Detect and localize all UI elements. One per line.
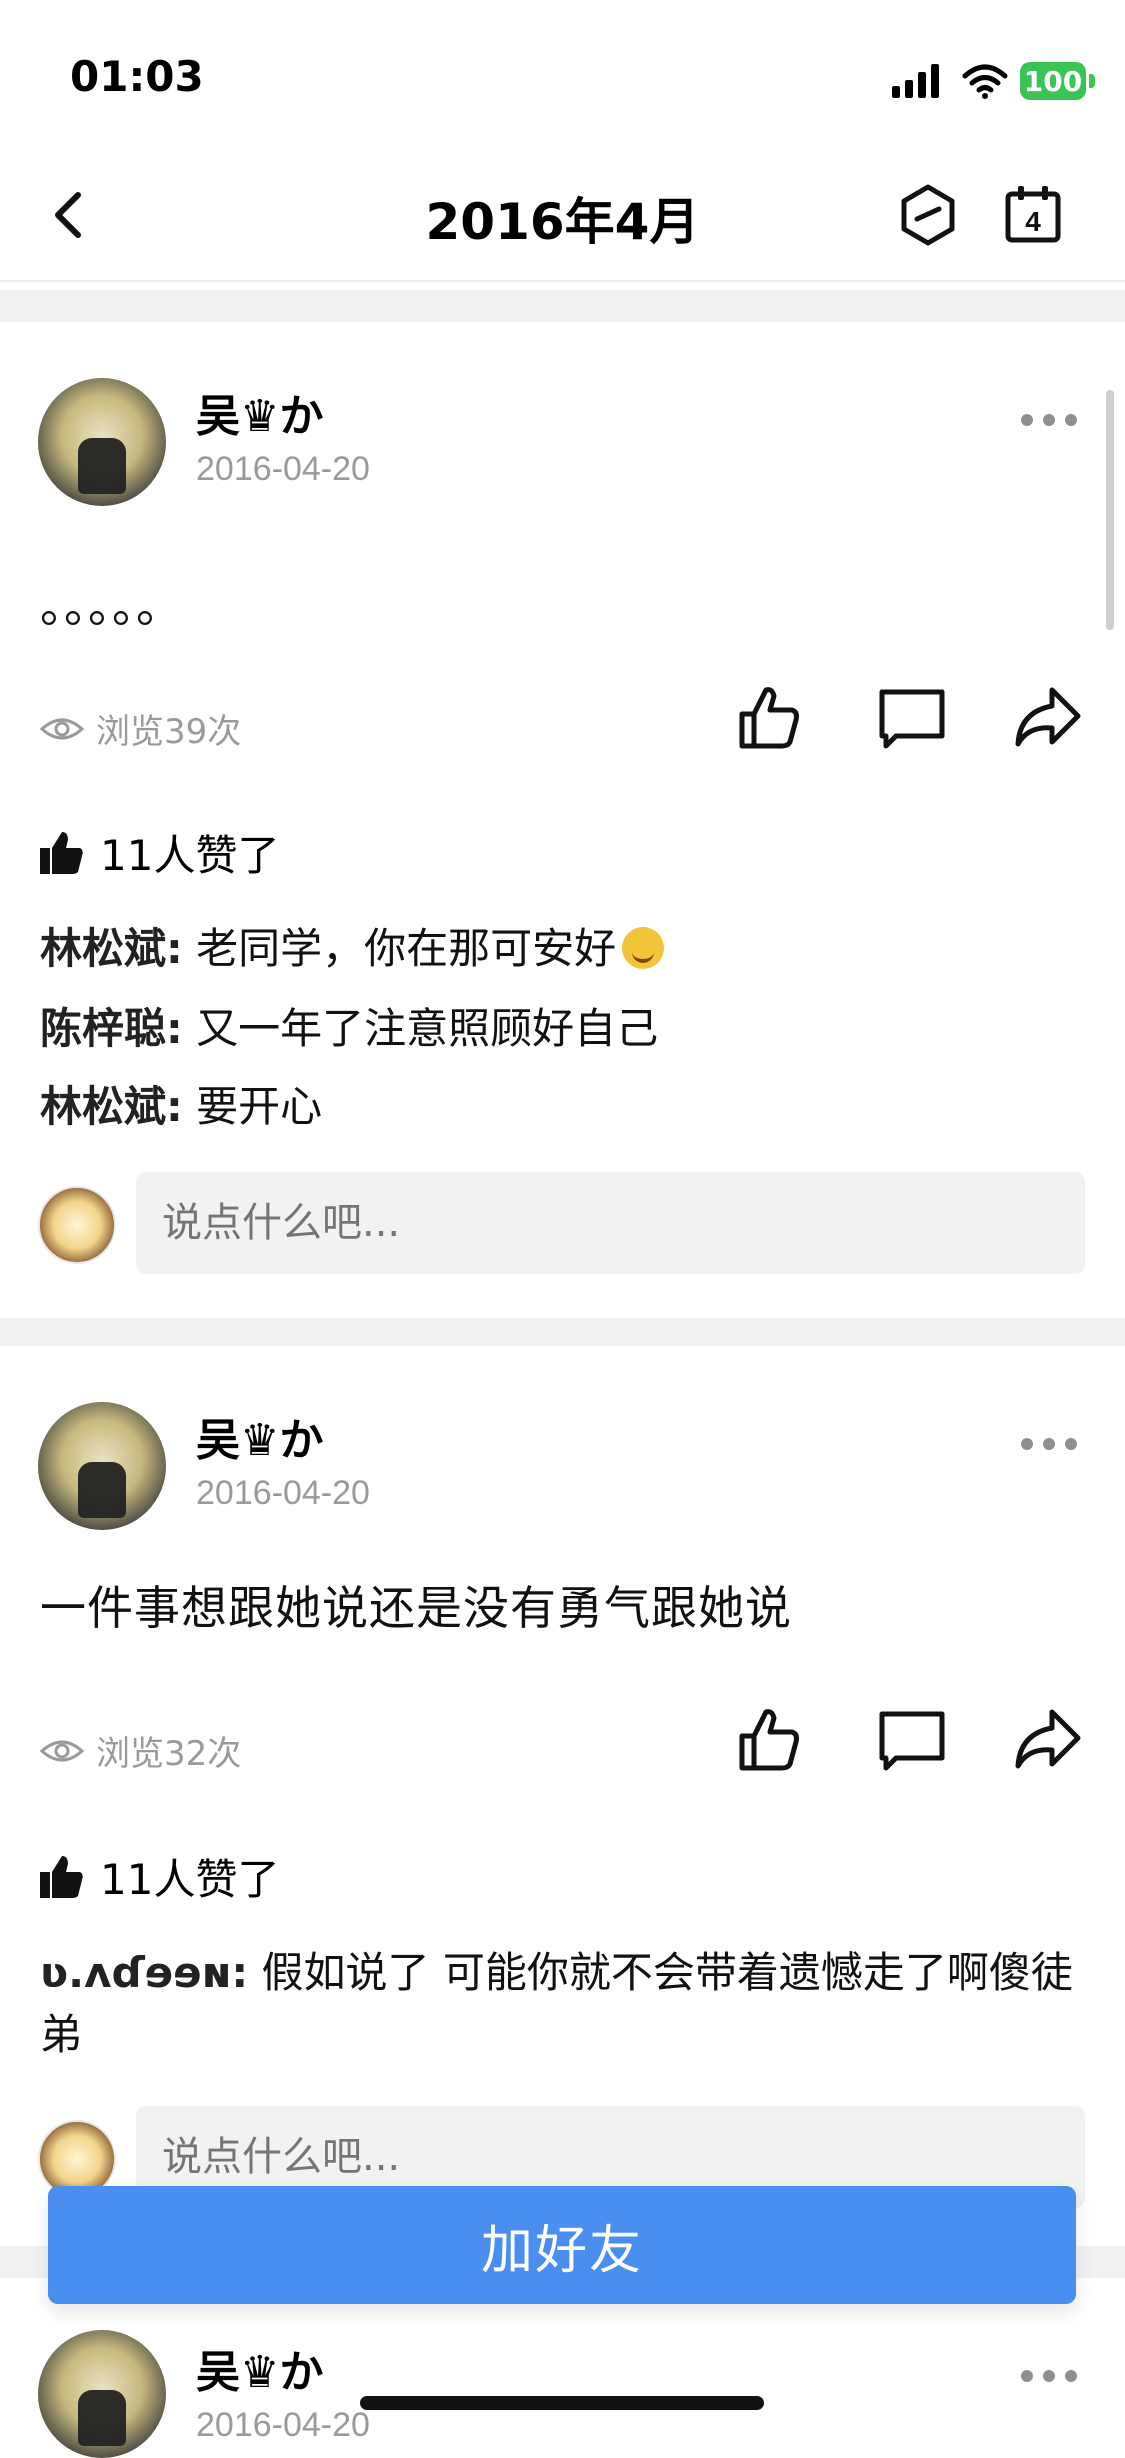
share-icon[interactable]	[1012, 1704, 1084, 1776]
my-avatar	[38, 1186, 116, 1264]
avatar[interactable]	[38, 378, 166, 506]
thumbs-up-filled-icon	[40, 831, 83, 874]
wifi-icon	[962, 64, 1008, 99]
like-icon[interactable]	[732, 1704, 804, 1776]
smile-emoji-icon	[622, 926, 665, 969]
more-options-icon[interactable]	[1019, 408, 1079, 432]
post-content: 。。。。。	[40, 579, 183, 633]
avatar[interactable]	[38, 2330, 166, 2458]
views-count: 浏览39次	[96, 712, 242, 752]
share-icon[interactable]	[1012, 682, 1084, 754]
likes-row: 11人赞了	[38, 1846, 279, 1907]
separator	[0, 290, 1125, 322]
post-card: 吴♛か 2016-04-20 一件事想跟她说还是没有勇气跟她说 浏览32次 11…	[0, 1346, 1125, 2246]
views-row: 浏览39次	[40, 704, 241, 753]
thumbs-up-filled-icon	[40, 1855, 83, 1898]
battery-indicator: 100	[1020, 62, 1086, 100]
post-author[interactable]: 吴♛か	[196, 380, 323, 444]
battery-tip	[1089, 74, 1095, 88]
post-date: 2016-04-20	[196, 450, 370, 488]
post-author[interactable]: 吴♛か	[196, 2336, 323, 2400]
calendar-icon[interactable]: 4	[1000, 182, 1066, 248]
views-row: 浏览32次	[40, 1726, 241, 1775]
eye-icon	[40, 1740, 84, 1761]
comment-item: ʋ.ʌɗɘɘɴ: 假如说了 可能你就不会带着遗憾走了啊傻徒弟	[40, 1942, 1085, 2066]
comment-icon[interactable]	[876, 1704, 948, 1776]
comment-text: 又一年了注意照顾好自己	[196, 1004, 659, 1053]
home-indicator[interactable]	[360, 2396, 764, 2410]
eye-icon	[40, 718, 84, 739]
comment-input-row	[38, 1172, 1085, 1274]
comment-author[interactable]: 陈梓聪:	[40, 1004, 183, 1053]
scrollbar[interactable]	[1106, 390, 1114, 630]
like-icon[interactable]	[732, 682, 804, 754]
likes-count: 11人赞了	[100, 831, 280, 880]
post-date: 2016-04-20	[196, 2406, 370, 2444]
comment-author[interactable]: 林松斌:	[40, 1082, 183, 1131]
navigation-bar: 2016年4月 4	[0, 150, 1125, 282]
post-content: 一件事想跟她说还是没有勇气跟她说	[40, 1581, 792, 1635]
more-options-icon[interactable]	[1019, 2364, 1079, 2388]
comment-author[interactable]: 林松斌:	[40, 924, 183, 973]
post-card: 吴♛か 2016-04-20 。。。。。 浏览39次 11人赞了 林松斌: 老同…	[0, 322, 1125, 1318]
comment-author[interactable]: ʋ.ʌɗɘɘɴ:	[40, 1948, 248, 1997]
add-friend-button[interactable]: 加好友	[48, 2186, 1076, 2304]
comment-item: 林松斌: 老同学，你在那可安好	[40, 918, 1085, 980]
calendar-day: 4	[1025, 206, 1041, 237]
post-author[interactable]: 吴♛か	[196, 1404, 323, 1468]
avatar[interactable]	[38, 1402, 166, 1530]
comment-item: 陈梓聪: 又一年了注意照顾好自己	[40, 998, 1085, 1060]
likes-count: 11人赞了	[100, 1855, 280, 1904]
comment-text: 要开心	[196, 1082, 323, 1131]
hexagon-menu-icon[interactable]	[895, 182, 961, 248]
comment-input[interactable]	[136, 1172, 1085, 1274]
comment-text: 老同学，你在那可安好	[196, 924, 617, 973]
comment-icon[interactable]	[876, 682, 948, 754]
comment-item: 林松斌: 要开心	[40, 1076, 1085, 1138]
status-time: 01:03	[70, 52, 204, 101]
cellular-signal-icon	[892, 64, 939, 98]
post-date: 2016-04-20	[196, 1474, 370, 1512]
views-count: 浏览32次	[96, 1734, 242, 1774]
status-bar: 01:03 100	[0, 0, 1125, 150]
likes-row: 11人赞了	[38, 822, 279, 883]
more-options-icon[interactable]	[1019, 1432, 1079, 1456]
